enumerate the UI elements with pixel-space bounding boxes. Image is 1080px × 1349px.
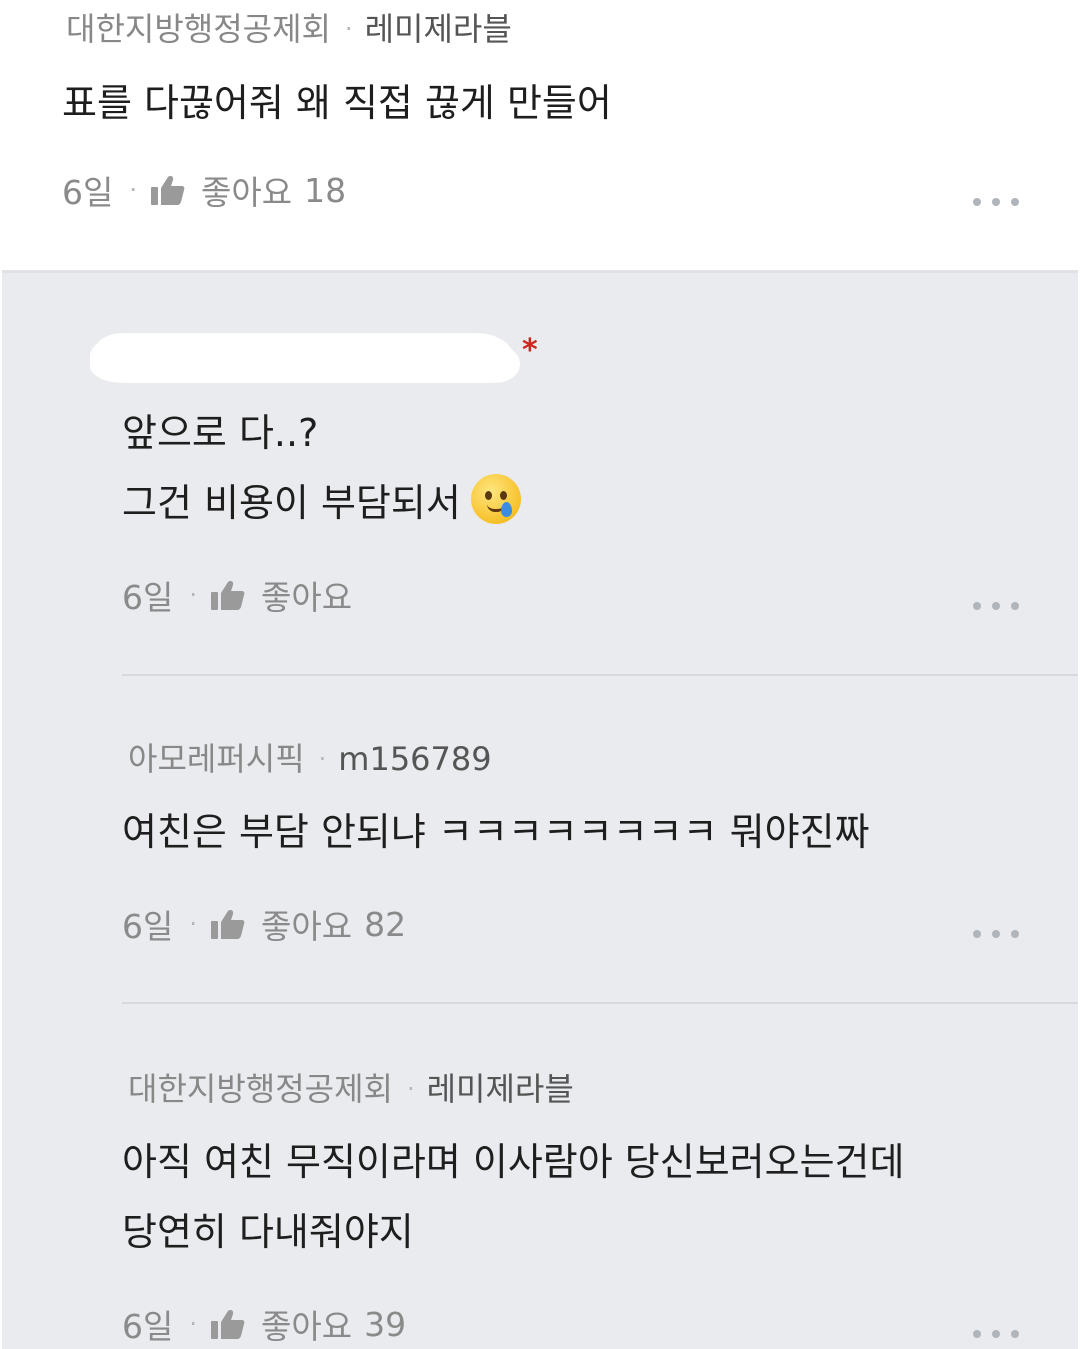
- comment-time: 6일: [62, 173, 114, 212]
- required-mark: *: [522, 333, 538, 368]
- reply-text-line: 아직 여친 무직이라며 이사람아 당신보러오는건데: [122, 1140, 905, 1184]
- more-options-icon[interactable]: [973, 927, 1019, 941]
- reply-time: 6일: [122, 578, 174, 617]
- reply-time: 6일: [122, 1307, 174, 1346]
- separator-dot: ·: [318, 745, 327, 773]
- thumbs-up-icon[interactable]: [211, 909, 245, 939]
- face-holding-back-tears-emoji: [470, 474, 521, 524]
- thumbs-up-icon[interactable]: [211, 580, 245, 610]
- reply-author: 아모레퍼시픽 · m156789: [128, 739, 492, 779]
- reply-text-line: 앞으로 다..?: [122, 411, 319, 455]
- thumbs-up-icon[interactable]: [151, 175, 185, 205]
- reply-actions: 6일 · 좋아요 82: [122, 900, 406, 948]
- more-options-icon[interactable]: [973, 1327, 1019, 1341]
- like-label[interactable]: 좋아요: [261, 571, 352, 619]
- reply-text-line: 당연히 다내줘야지: [122, 1210, 414, 1254]
- separator-dot: ·: [344, 15, 353, 43]
- like-count: 39: [364, 1304, 407, 1344]
- divider: [122, 674, 1078, 676]
- redacted-author-name: [94, 333, 514, 379]
- reply-time: 6일: [122, 907, 174, 946]
- like-label[interactable]: 좋아요: [261, 900, 352, 948]
- thumbs-up-icon[interactable]: [211, 1309, 245, 1339]
- like-count: 18: [304, 170, 347, 210]
- comment-author: 대한지방행정공제회 · 레미제라블: [66, 9, 512, 49]
- reply-author: 대한지방행정공제회 · 레미제라블: [128, 1069, 574, 1109]
- author-nickname[interactable]: 레미제라블: [427, 1069, 574, 1109]
- more-options-icon[interactable]: [973, 599, 1019, 613]
- like-label[interactable]: 좋아요: [201, 166, 292, 214]
- like-count: 82: [364, 904, 407, 944]
- author-company[interactable]: 대한지방행정공제회: [128, 1069, 393, 1109]
- author-company[interactable]: 아모레퍼시픽: [128, 739, 305, 779]
- author-nickname[interactable]: m156789: [338, 739, 491, 779]
- reply-actions: 6일 · 좋아요: [122, 571, 352, 619]
- separator-dot: ·: [189, 910, 197, 938]
- author-nickname[interactable]: 레미제라블: [365, 9, 512, 49]
- like-label[interactable]: 좋아요: [261, 1300, 352, 1348]
- reply-text-line: 그건 비용이 부담되서: [122, 481, 461, 525]
- divider: [122, 1002, 1078, 1004]
- comment-actions: 6일 · 좋아요 18: [62, 166, 346, 214]
- top-comment: 대한지방행정공제회 · 레미제라블 표를 다끊어줘 왜 직접 끊게 만들어 6일…: [0, 0, 1080, 270]
- comment-thread: 대한지방행정공제회 · 레미제라블 표를 다끊어줘 왜 직접 끊게 만들어 6일…: [0, 0, 1080, 1349]
- comment-text: 표를 다끊어줘 왜 직접 끊게 만들어: [62, 81, 612, 125]
- separator-dot: ·: [406, 1075, 415, 1103]
- separator-dot: ·: [189, 581, 197, 609]
- reply-text-line-with-emoji: 그건 비용이 부담되서: [122, 468, 521, 538]
- author-company[interactable]: 대한지방행정공제회: [66, 9, 331, 49]
- reply-text-line: 여친은 부담 안되냐 ㅋㅋㅋㅋㅋㅋㅋㅋ 뭐야진짜: [122, 810, 870, 854]
- more-options-icon[interactable]: [973, 195, 1019, 209]
- separator-dot: ·: [189, 1310, 197, 1338]
- separator-dot: ·: [129, 176, 137, 204]
- replies-section: 구 * 앞으로 다..? 그건 비용이 부담되서 6일 · 좋아요 아모레퍼시픽: [2, 270, 1078, 1349]
- reply-actions: 6일 · 좋아요 39: [122, 1300, 406, 1348]
